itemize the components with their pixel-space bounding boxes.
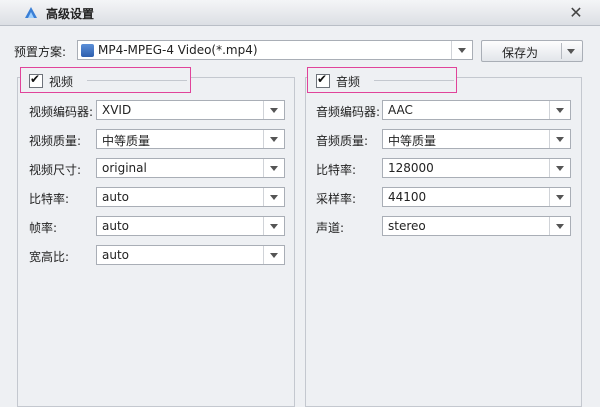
video-group <box>17 77 295 407</box>
chevron-down-icon[interactable] <box>263 130 284 148</box>
audio-bitrate-value: 128000 <box>388 161 434 175</box>
audio-group-title: 音频 <box>336 75 361 89</box>
audio-codec-label: 音频编码器: <box>316 105 381 119</box>
video-size-value: original <box>102 161 147 175</box>
divider <box>374 80 454 81</box>
chevron-down-icon[interactable] <box>263 217 284 235</box>
video-quality-select[interactable]: 中等质量 <box>96 129 285 149</box>
chevron-down-icon[interactable] <box>549 101 570 119</box>
video-codec-label: 视频编码器: <box>29 105 94 119</box>
window-title: 高级设置 <box>46 7 95 21</box>
video-file-icon <box>81 44 94 57</box>
close-icon[interactable]: ✕ <box>566 3 586 23</box>
preset-select[interactable]: MP4-MPEG-4 Video(*.mp4) <box>77 40 473 60</box>
preset-label: 预置方案: <box>14 45 67 59</box>
audio-enable-checkbox[interactable] <box>316 72 330 88</box>
video-quality-value: 中等质量 <box>102 134 151 148</box>
video-group-header: 视频 <box>20 67 191 93</box>
video-framerate-value: auto <box>102 219 130 233</box>
save-as-label: 保存为 <box>502 46 539 60</box>
chevron-down-icon[interactable] <box>263 246 284 264</box>
video-codec-value: XVID <box>102 103 132 117</box>
chevron-down-icon[interactable] <box>549 130 570 148</box>
audio-bitrate-select[interactable]: 128000 <box>382 158 571 178</box>
audio-samplerate-label: 采样率: <box>316 192 357 206</box>
chevron-down-icon[interactable] <box>567 49 575 54</box>
video-aspect-select[interactable]: auto <box>96 245 285 265</box>
chevron-down-icon[interactable] <box>549 188 570 206</box>
audio-quality-select[interactable]: 中等质量 <box>382 129 571 149</box>
split-divider <box>561 43 562 59</box>
video-bitrate-select[interactable]: auto <box>96 187 285 207</box>
video-quality-label: 视频质量: <box>29 134 82 148</box>
audio-group <box>305 77 582 407</box>
video-bitrate-value: auto <box>102 190 130 204</box>
audio-samplerate-select[interactable]: 44100 <box>382 187 571 207</box>
video-size-select[interactable]: original <box>96 158 285 178</box>
chevron-down-icon[interactable] <box>451 41 472 59</box>
audio-channels-select[interactable]: stereo <box>382 216 571 236</box>
video-group-title: 视频 <box>49 75 74 89</box>
preset-value: MP4-MPEG-4 Video(*.mp4) <box>98 43 258 57</box>
video-framerate-label: 帧率: <box>29 221 58 235</box>
app-logo-icon <box>25 7 37 18</box>
chevron-down-icon[interactable] <box>549 159 570 177</box>
audio-channels-value: stereo <box>388 219 426 233</box>
chevron-down-icon[interactable] <box>263 101 284 119</box>
audio-quality-label: 音频质量: <box>316 134 369 148</box>
video-size-label: 视频尺寸: <box>29 163 82 177</box>
chevron-down-icon[interactable] <box>263 188 284 206</box>
title-bar: 高级设置 ✕ <box>0 0 600 26</box>
save-as-button[interactable]: 保存为 <box>481 40 583 62</box>
audio-quality-value: 中等质量 <box>388 134 437 148</box>
divider <box>87 80 187 81</box>
audio-group-header: 音频 <box>307 67 457 93</box>
chevron-down-icon[interactable] <box>263 159 284 177</box>
audio-bitrate-label: 比特率: <box>316 163 357 177</box>
video-enable-checkbox[interactable] <box>29 72 43 88</box>
audio-codec-select[interactable]: AAC <box>382 100 571 120</box>
video-aspect-label: 宽高比: <box>29 250 70 264</box>
video-framerate-select[interactable]: auto <box>96 216 285 236</box>
audio-samplerate-value: 44100 <box>388 190 427 204</box>
audio-codec-value: AAC <box>388 103 413 117</box>
audio-channels-label: 声道: <box>316 221 345 235</box>
video-bitrate-label: 比特率: <box>29 192 70 206</box>
chevron-down-icon[interactable] <box>549 217 570 235</box>
video-aspect-value: auto <box>102 248 130 262</box>
video-codec-select[interactable]: XVID <box>96 100 285 120</box>
